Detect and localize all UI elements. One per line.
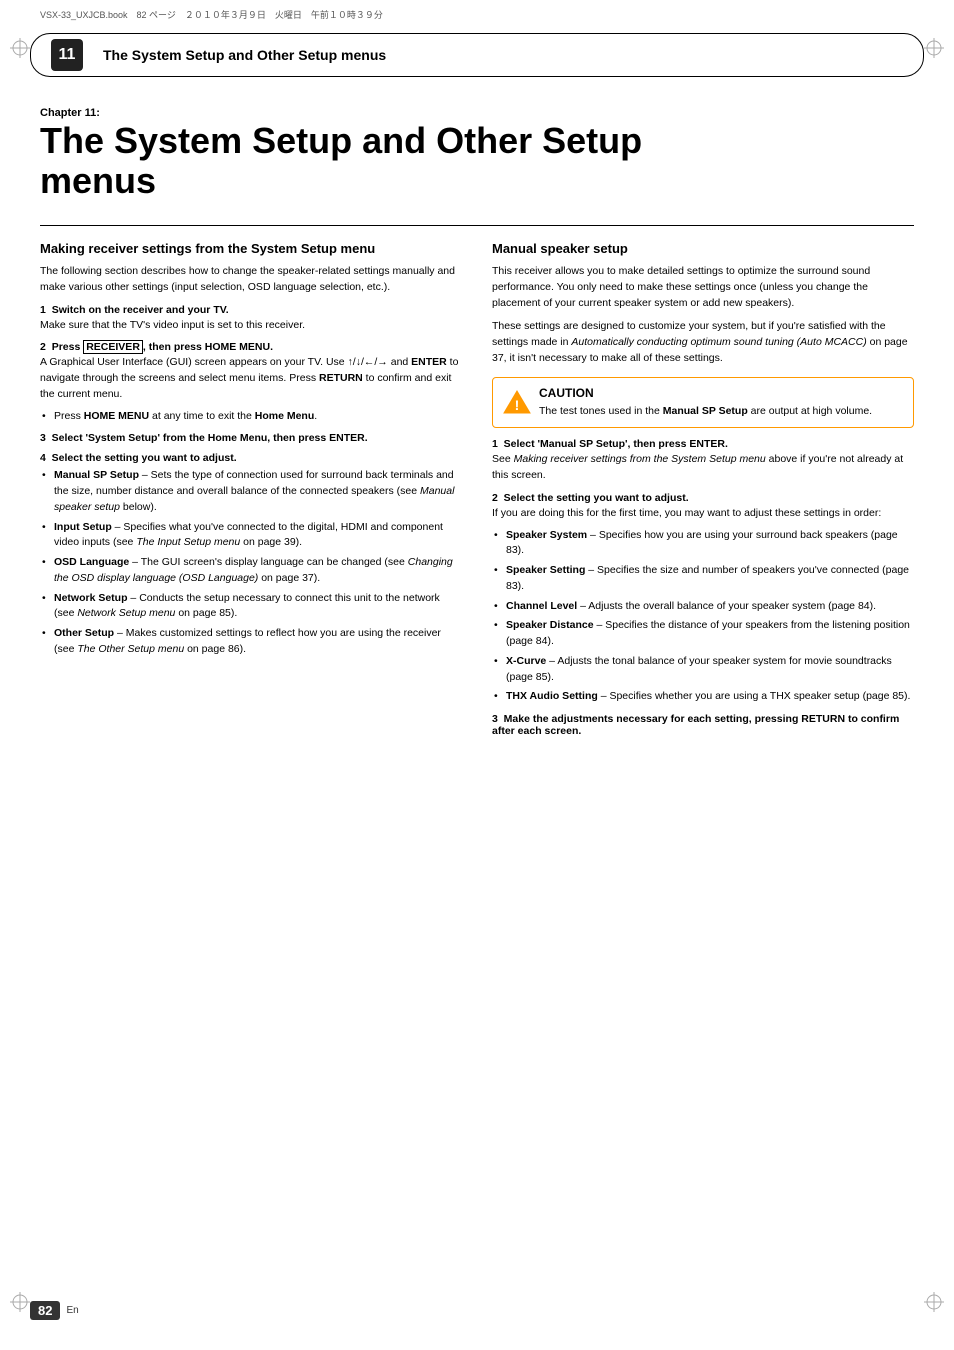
step2-title-prefix: Press: [52, 341, 84, 353]
page-lang: En: [66, 1305, 78, 1316]
step4-heading: 4 Select the setting you want to adjust.: [40, 452, 462, 464]
caution-text: The test tones used in the Manual SP Set…: [539, 404, 872, 420]
chapter-big-title: The System Setup and Other Setup menus: [40, 121, 914, 200]
step2-bullet-item: Press HOME MENU at any time to exit the …: [40, 409, 462, 425]
step4-bullet-list: Manual SP Setup – Sets the type of conne…: [40, 468, 462, 657]
section-divider: [40, 225, 914, 226]
step1-title: Switch on the receiver and your TV.: [52, 304, 229, 316]
chapter-title-line1: The System Setup and Other Setup: [40, 120, 642, 161]
right-bullet-speaker-system: Speaker System – Specifies how you are u…: [492, 528, 914, 560]
step2-heading: 2 Press RECEIVER, then press HOME MENU.: [40, 341, 462, 353]
svg-text:!: !: [515, 397, 520, 413]
step2-body: A Graphical User Interface (GUI) screen …: [40, 355, 462, 402]
step3-heading: 3 Select 'System Setup' from the Home Me…: [40, 432, 462, 444]
step4-bullet-manual-sp: Manual SP Setup – Sets the type of conne…: [40, 468, 462, 515]
right-bullet-speaker-distance: Speaker Distance – Specifies the distanc…: [492, 618, 914, 650]
chapter-header-title: The System Setup and Other Setup menus: [103, 47, 386, 63]
chapter-number: 11: [51, 39, 83, 71]
left-section-heading: Making receiver settings from the System…: [40, 241, 462, 258]
right-intro1: This receiver allows you to make detaile…: [492, 264, 914, 311]
right-bullet-thx: THX Audio Setting – Specifies whether yo…: [492, 689, 914, 705]
step1-body: Make sure that the TV's video input is s…: [40, 318, 462, 334]
right-step2-heading: 2 Select the setting you want to adjust.: [492, 492, 914, 504]
right-bullet-speaker-setting: Speaker Setting – Specifies the size and…: [492, 563, 914, 595]
right-bullet-channel-level: Channel Level – Adjusts the overall bala…: [492, 599, 914, 615]
right-step2-bullets: Speaker System – Specifies how you are u…: [492, 528, 914, 706]
step2-receiver-key: RECEIVER: [83, 340, 143, 354]
chapter-title-line2: menus: [40, 160, 156, 201]
chapter-label: Chapter 11:: [40, 107, 914, 119]
two-column-layout: Making receiver settings from the System…: [40, 241, 914, 739]
page-footer: 82 En: [30, 1301, 79, 1320]
right-section-heading: Manual speaker setup: [492, 241, 914, 258]
caution-content: CAUTION The test tones used in the Manua…: [539, 386, 872, 420]
caution-box: ! CAUTION The test tones used in the Man…: [492, 377, 914, 429]
page-number: 82: [30, 1301, 60, 1320]
step2-num: 2: [40, 341, 46, 353]
right-bullet-xcurve: X-Curve – Adjusts the tonal balance of y…: [492, 654, 914, 686]
right-step2-intro: If you are doing this for the first time…: [492, 506, 914, 522]
step4-bullet-other: Other Setup – Makes customized settings …: [40, 626, 462, 658]
reg-mark-bl: [10, 1292, 30, 1312]
step4-bullet-input-setup: Input Setup – Specifies what you've conn…: [40, 520, 462, 552]
caution-title: CAUTION: [539, 386, 872, 400]
right-intro2: These settings are designed to customize…: [492, 319, 914, 366]
chapter-header-bar: 11 The System Setup and Other Setup menu…: [30, 33, 924, 77]
reg-mark-tl: [10, 38, 30, 58]
right-step1-body: See Making receiver settings from the Sy…: [492, 452, 914, 484]
step1-num: 1: [40, 304, 46, 316]
right-column: Manual speaker setup This receiver allow…: [492, 241, 914, 739]
reg-mark-tr: [924, 38, 944, 58]
left-column: Making receiver settings from the System…: [40, 241, 462, 739]
left-section-intro: The following section describes how to c…: [40, 264, 462, 296]
caution-icon: !: [503, 388, 531, 419]
step2-bullet-list: Press HOME MENU at any time to exit the …: [40, 409, 462, 425]
right-step1-heading: 1 Select 'Manual SP Setup', then press E…: [492, 438, 914, 450]
step4-bullet-network: Network Setup – Conducts the setup neces…: [40, 591, 462, 623]
main-content: Chapter 11: The System Setup and Other S…: [0, 107, 954, 739]
step1-heading: 1 Switch on the receiver and your TV.: [40, 304, 462, 316]
reg-mark-br: [924, 1292, 944, 1312]
step2-title-suffix: , then press HOME MENU.: [143, 341, 273, 353]
right-step3-heading: 3 Make the adjustments necessary for eac…: [492, 713, 914, 737]
step4-bullet-osd: OSD Language – The GUI screen's display …: [40, 555, 462, 587]
file-metadata: VSX-33_UXJCB.book 82 ページ ２０１０年３月９日 火曜日 午…: [0, 0, 954, 25]
meta-text: VSX-33_UXJCB.book 82 ページ ２０１０年３月９日 火曜日 午…: [40, 10, 383, 20]
